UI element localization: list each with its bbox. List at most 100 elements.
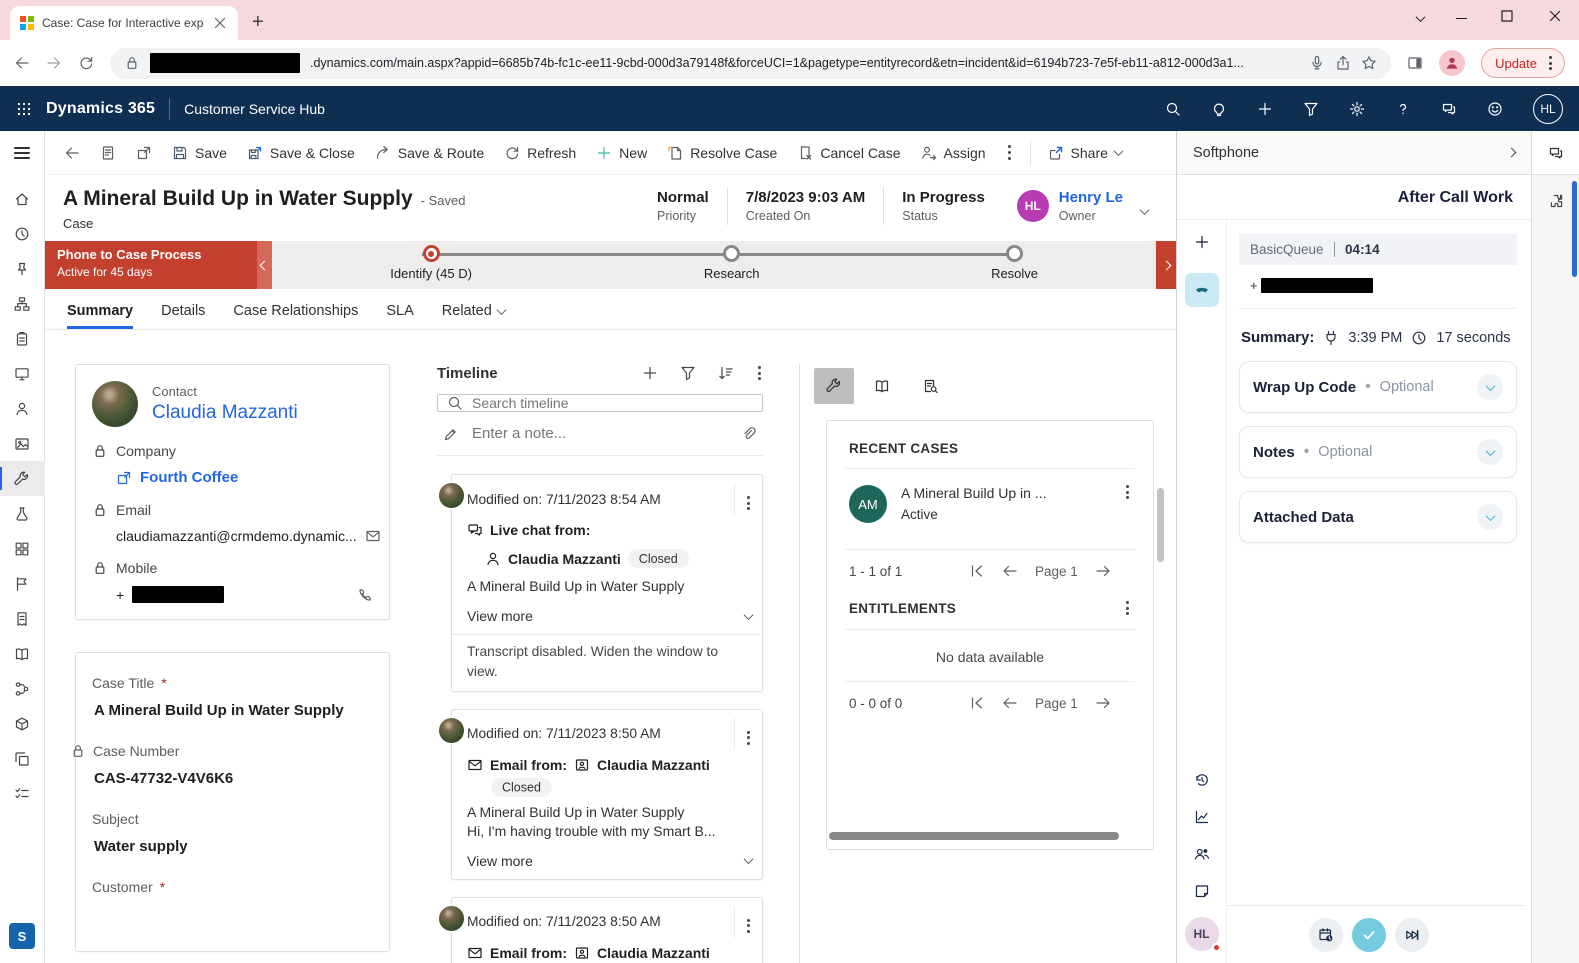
maximize-button[interactable] (1499, 8, 1515, 29)
notes-section[interactable]: Notes • Optional (1239, 426, 1517, 478)
cancel-case-button[interactable]: Cancel Case (788, 138, 909, 168)
sidebar-flows-icon[interactable] (0, 671, 45, 706)
recent-case-row[interactable]: AM A Mineral Build Up in ... Active (849, 469, 1131, 537)
tool-knowledge-icon[interactable] (862, 368, 902, 404)
subject-value[interactable]: Water supply (94, 838, 373, 855)
call-history-icon[interactable] (1194, 772, 1210, 788)
tab-case-relationships[interactable]: Case Relationships (233, 303, 358, 329)
entry-from[interactable]: Claudia Mazzanti (597, 757, 710, 773)
resolve-case-button[interactable]: Resolve Case (658, 138, 786, 168)
timeline-add-icon[interactable] (642, 365, 658, 381)
stage-identify[interactable]: Identify (45 D) (341, 245, 521, 281)
save-route-button[interactable]: Save & Route (366, 138, 493, 168)
sidebar-cases-icon[interactable] (0, 461, 45, 496)
process-next-icon[interactable] (1156, 241, 1176, 289)
stage-resolve[interactable]: Resolve (925, 245, 1105, 281)
chevron-down-icon[interactable] (744, 610, 754, 620)
send-email-icon[interactable] (365, 528, 381, 544)
header-expand-icon[interactable] (1140, 205, 1150, 215)
sidebar-dashboards-icon[interactable] (0, 356, 45, 391)
rail-scrollbar[interactable] (1572, 181, 1577, 277)
entry-subject[interactable]: A Mineral Build Up in Water Supply (467, 577, 752, 596)
vertical-scrollbar[interactable] (1157, 488, 1164, 562)
new-button[interactable]: New (587, 138, 656, 168)
save-button[interactable]: Save (163, 138, 236, 168)
process-stage-box[interactable]: Phone to Case Process Active for 45 days (45, 241, 257, 289)
timeline-more-icon[interactable] (756, 364, 763, 382)
expand-attached-icon[interactable] (1477, 504, 1503, 530)
sidebar-sitemap-icon[interactable] (0, 286, 45, 321)
tab-details[interactable]: Details (161, 303, 205, 329)
window-close-button[interactable] (1547, 8, 1563, 29)
tool-knowledge-search-icon[interactable] (910, 368, 950, 404)
browser-menu-icon[interactable] (1547, 54, 1554, 72)
insights-bulb-icon[interactable] (1211, 101, 1227, 117)
service-area-badge[interactable]: S (9, 923, 35, 949)
owner-value[interactable]: Henry Le (1059, 189, 1123, 206)
sidebar-contacts-icon[interactable] (0, 391, 45, 426)
entry-menu-icon[interactable] (734, 483, 752, 515)
minimize-button[interactable] (1456, 18, 1467, 20)
browser-tab[interactable]: Case: Case for Interactive experie (10, 6, 238, 40)
sitemap-toggle-icon[interactable] (14, 131, 30, 175)
attached-data-section[interactable]: Attached Data (1239, 491, 1517, 543)
sidebar-invoices-icon[interactable] (0, 601, 45, 636)
sidebar-tasks-icon[interactable] (0, 776, 45, 811)
timeline-sort-icon[interactable] (718, 365, 734, 381)
prev-page-icon[interactable] (1002, 563, 1018, 579)
timeline-search-box[interactable] (437, 394, 763, 412)
sidebar-knowledge-icon[interactable] (0, 636, 45, 671)
owner-field[interactable]: HL Henry Le Owner (1003, 187, 1137, 225)
view-more-link[interactable]: View more (467, 853, 533, 869)
command-overflow-icon[interactable] (997, 136, 1022, 168)
analytics-icon[interactable] (1194, 809, 1210, 825)
tab-sla[interactable]: SLA (386, 303, 413, 329)
entry-from[interactable]: Claudia Mazzanti (508, 551, 621, 567)
timeline-filter-icon[interactable] (680, 365, 696, 381)
case-title-value[interactable]: A Mineral Build Up in Water Supply (94, 702, 373, 719)
skip-acw-button[interactable] (1395, 918, 1429, 952)
note-input[interactable] (472, 425, 728, 442)
agent-avatar[interactable]: HL (1185, 917, 1219, 951)
user-avatar[interactable]: HL (1533, 94, 1563, 124)
tab-related[interactable]: Related (442, 303, 505, 329)
quick-create-icon[interactable] (1257, 101, 1273, 117)
plugin-puzzle-icon[interactable] (1548, 193, 1564, 214)
sidebar-queues-icon[interactable] (0, 496, 45, 531)
side-panel-icon[interactable] (1407, 55, 1423, 71)
expand-notes-icon[interactable] (1477, 439, 1503, 465)
share-icon[interactable] (1335, 55, 1351, 71)
timeline-entry-email[interactable]: Modified on: 7/11/2023 8:50 AM Email fro… (451, 709, 763, 880)
address-bar[interactable]: .dynamics.com/main.aspx?appid=6685b74b-f… (110, 48, 1391, 79)
call-phone-icon[interactable] (357, 587, 373, 603)
chevron-down-icon[interactable] (744, 854, 754, 864)
browser-reload-button[interactable] (78, 55, 94, 71)
paperclip-icon[interactable] (741, 426, 757, 442)
tab-search-icon[interactable] (1416, 12, 1426, 22)
browser-profile-avatar[interactable] (1439, 50, 1465, 76)
prev-page-icon[interactable] (1002, 695, 1018, 711)
stage-marker[interactable] (723, 245, 740, 262)
stage-marker[interactable] (1006, 245, 1023, 262)
help-icon[interactable] (1395, 101, 1411, 117)
filter-icon[interactable] (1303, 101, 1319, 117)
sidebar-apps-icon[interactable] (0, 531, 45, 566)
feedback-chat-icon[interactable] (1441, 101, 1457, 117)
refresh-button[interactable]: Refresh (495, 138, 585, 168)
wrap-up-code-section[interactable]: Wrap Up Code • Optional (1239, 361, 1517, 413)
company-link[interactable]: Fourth Coffee (140, 469, 238, 486)
new-session-icon[interactable] (1194, 234, 1210, 255)
timeline-search-input[interactable] (472, 395, 753, 411)
mic-icon[interactable] (1309, 55, 1325, 71)
sidebar-templates-icon[interactable] (0, 741, 45, 776)
open-in-new-icon[interactable] (127, 138, 161, 168)
share-button[interactable]: Share (1039, 138, 1131, 168)
new-tab-button[interactable]: + (252, 12, 264, 32)
timeline-note-row[interactable] (437, 412, 763, 456)
browser-back-button[interactable] (14, 55, 30, 71)
contacts-icon[interactable] (1194, 846, 1210, 862)
horizontal-scrollbar[interactable] (829, 832, 1119, 840)
case-row-menu-icon[interactable] (1124, 483, 1131, 501)
next-page-icon[interactable] (1095, 695, 1111, 711)
contact-name-link[interactable]: Claudia Mazzanti (152, 402, 298, 424)
